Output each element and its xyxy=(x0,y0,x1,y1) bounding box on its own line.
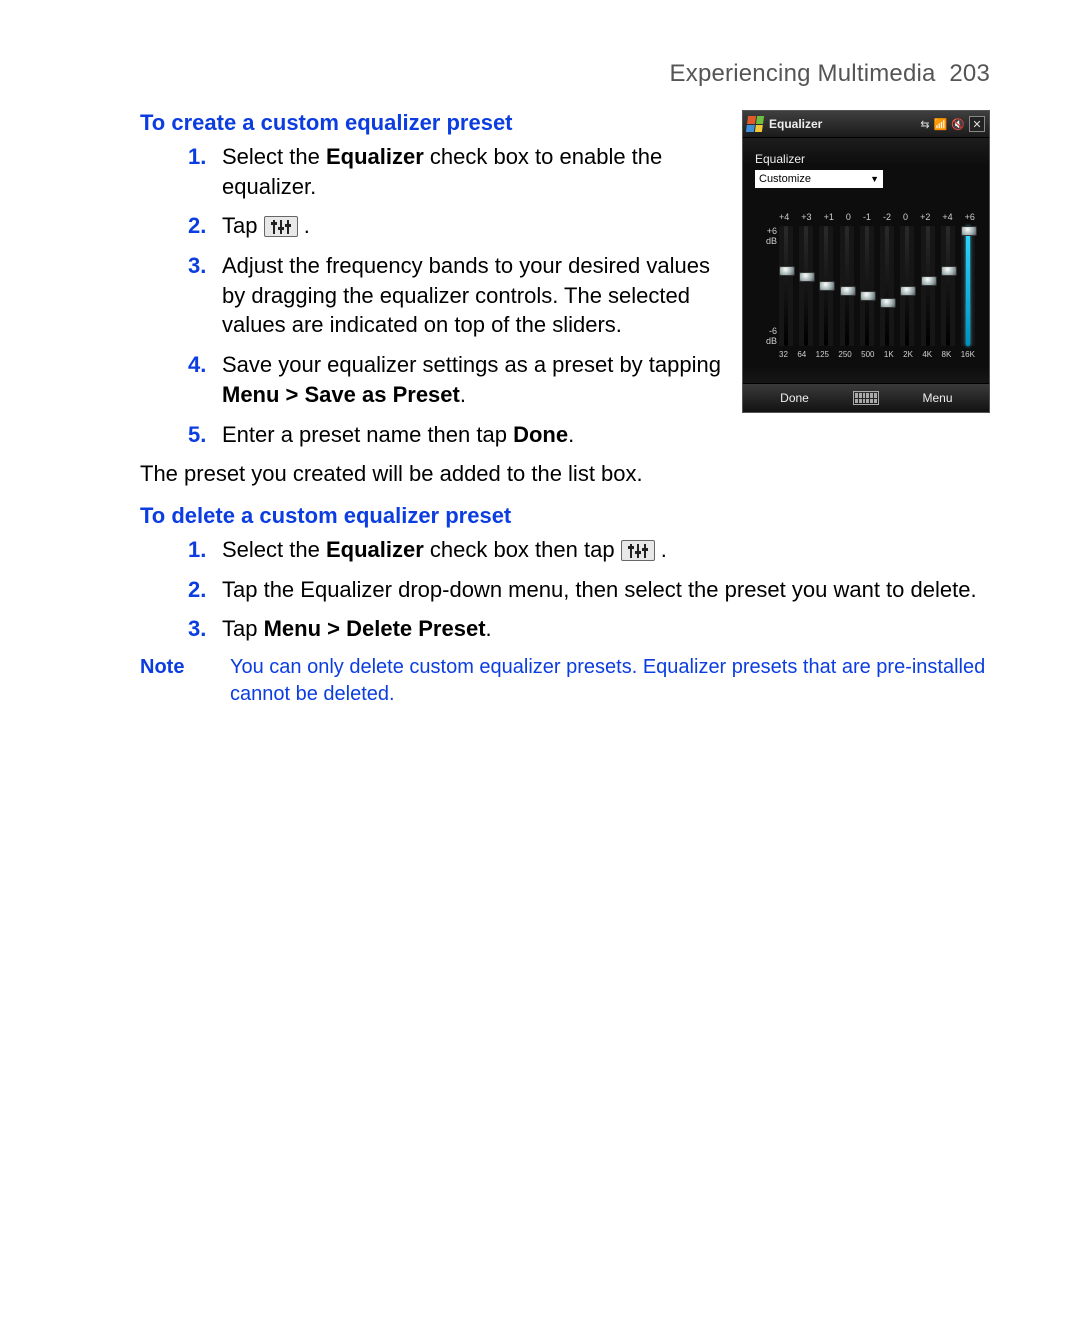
eq-slider[interactable] xyxy=(840,226,854,346)
slider-value: -1 xyxy=(863,212,871,222)
page-number: 203 xyxy=(949,60,990,87)
freq-label: 2K xyxy=(903,350,913,359)
step-number: 5. xyxy=(188,420,206,450)
slider-value: -2 xyxy=(883,212,891,222)
slider-thumb[interactable] xyxy=(900,286,916,296)
preset-dropdown[interactable]: Customize ▼ xyxy=(755,170,883,188)
keyboard-button[interactable] xyxy=(846,384,886,412)
volume-icon[interactable]: 🔇 xyxy=(951,118,965,131)
preset-value: Customize xyxy=(759,173,811,185)
slider-value: +1 xyxy=(824,212,834,222)
start-icon[interactable] xyxy=(746,116,764,132)
step-number: 1. xyxy=(188,535,206,565)
section-title-create: To create a custom equalizer preset xyxy=(140,110,722,136)
step-number: 3. xyxy=(188,251,206,281)
equalizer-sliders-icon xyxy=(621,540,655,561)
page-header: Experiencing Multimedia 203 xyxy=(140,60,990,88)
slider-value: 0 xyxy=(903,212,908,222)
slider-thumb[interactable] xyxy=(840,286,856,296)
slider-value: +4 xyxy=(779,212,789,222)
slider-thumb[interactable] xyxy=(880,298,896,308)
delete-step-3: 3. Tap Menu > Delete Preset. xyxy=(140,614,990,644)
done-button[interactable]: Done xyxy=(743,384,846,412)
step-number: 1. xyxy=(188,142,206,172)
freq-label: 500 xyxy=(861,350,874,359)
create-step-2: 2. Tap . xyxy=(140,211,722,241)
create-step-1: 1. Select the Equalizer check box to ena… xyxy=(140,142,722,201)
window-title: Equalizer xyxy=(769,117,920,131)
close-icon[interactable]: ✕ xyxy=(969,116,985,132)
chapter-title: Experiencing Multimedia xyxy=(670,60,936,87)
slider-value: 0 xyxy=(846,212,851,222)
slider-value: +2 xyxy=(920,212,930,222)
delete-step-1: 1. Select the Equalizer check box then t… xyxy=(140,535,990,565)
create-step-3: 3. Adjust the frequency bands to your de… xyxy=(140,251,722,340)
note-label: Note xyxy=(140,654,230,708)
section-title-delete: To delete a custom equalizer preset xyxy=(140,503,990,529)
freq-label: 16K xyxy=(961,350,975,359)
eq-slider[interactable] xyxy=(941,226,955,346)
freq-label: 250 xyxy=(838,350,851,359)
slider-value: +3 xyxy=(801,212,811,222)
slider-thumb[interactable] xyxy=(799,272,815,282)
eq-slider[interactable] xyxy=(779,226,793,346)
slider-value: +4 xyxy=(942,212,952,222)
slider-value: +6 xyxy=(965,212,975,222)
chevron-down-icon: ▼ xyxy=(870,174,879,184)
delete-step-2: 2. Tap the Equalizer drop-down menu, the… xyxy=(140,575,990,605)
after-create-text: The preset you created will be added to … xyxy=(140,459,722,489)
connectivity-icon[interactable]: ⇆ xyxy=(920,118,929,131)
eq-slider[interactable] xyxy=(961,226,975,346)
eq-slider[interactable] xyxy=(860,226,874,346)
slider-thumb[interactable] xyxy=(860,291,876,301)
create-step-4: 4. Save your equalizer settings as a pre… xyxy=(140,350,722,409)
step-number: 2. xyxy=(188,575,206,605)
step-number: 4. xyxy=(188,350,206,380)
eq-slider[interactable] xyxy=(819,226,833,346)
keyboard-icon xyxy=(853,391,879,405)
note-text: You can only delete custom equalizer pre… xyxy=(230,654,990,708)
step-number: 2. xyxy=(188,211,206,241)
signal-icon[interactable]: 📶 xyxy=(934,118,948,131)
note-block: Note You can only delete custom equalize… xyxy=(140,654,990,708)
eq-slider[interactable] xyxy=(799,226,813,346)
slider-thumb[interactable] xyxy=(779,266,795,276)
device-title-bar[interactable]: Equalizer ⇆ 📶 🔇 ✕ xyxy=(743,111,989,138)
slider-thumb[interactable] xyxy=(941,266,957,276)
freq-label: 32 xyxy=(779,350,788,359)
create-step-5: 5. Enter a preset name then tap Done. xyxy=(140,420,722,450)
step-number: 3. xyxy=(188,614,206,644)
freq-label: 8K xyxy=(942,350,952,359)
equalizer-sliders-icon xyxy=(264,216,298,237)
menu-button[interactable]: Menu xyxy=(886,384,989,412)
slider-thumb[interactable] xyxy=(921,276,937,286)
device-screenshot: Equalizer ⇆ 📶 🔇 ✕ Equalizer Customize ▼ xyxy=(742,110,990,413)
slider-thumb[interactable] xyxy=(819,281,835,291)
slider-thumb[interactable] xyxy=(961,226,977,236)
eq-slider[interactable] xyxy=(900,226,914,346)
freq-label: 125 xyxy=(816,350,829,359)
eq-slider[interactable] xyxy=(921,226,935,346)
freq-label: 64 xyxy=(797,350,806,359)
equalizer-label: Equalizer xyxy=(755,152,977,166)
freq-label: 4K xyxy=(922,350,932,359)
eq-slider[interactable] xyxy=(880,226,894,346)
freq-label: 1K xyxy=(884,350,894,359)
